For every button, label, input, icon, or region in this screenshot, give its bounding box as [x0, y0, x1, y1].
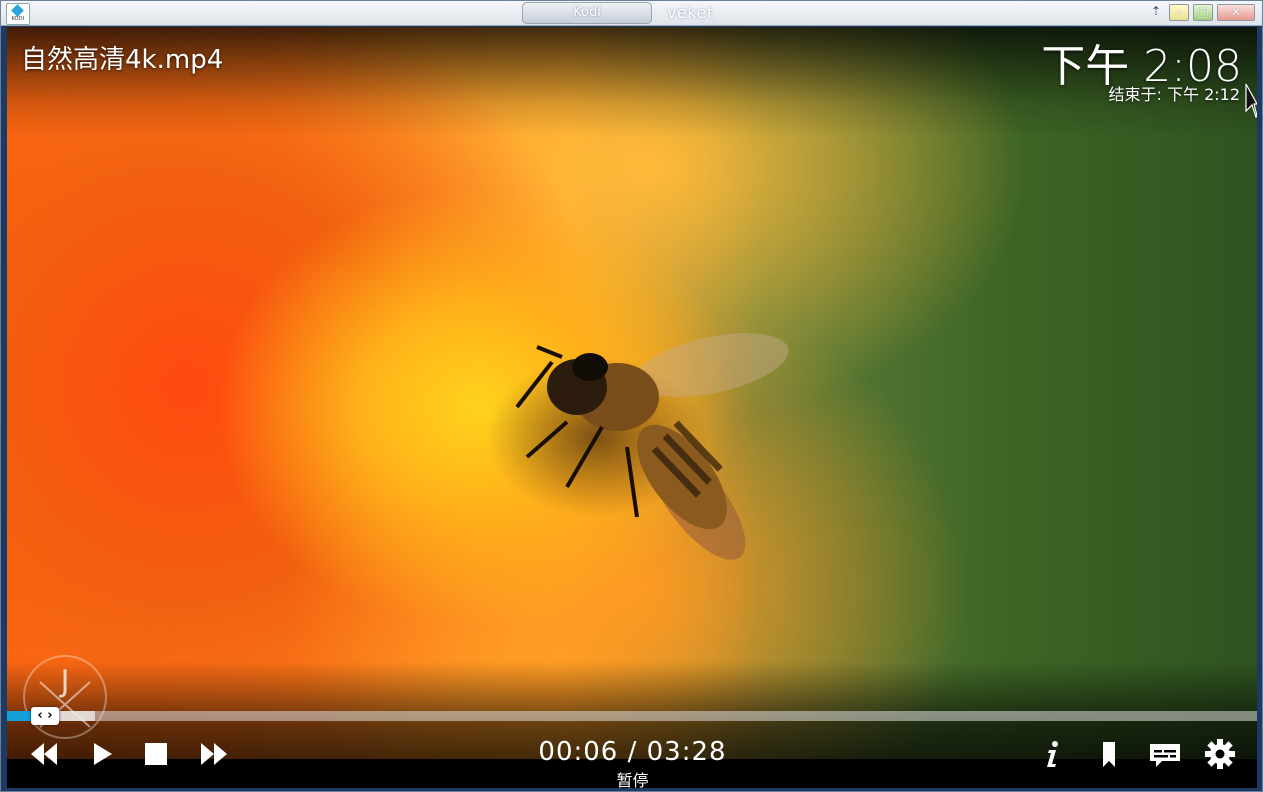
subtitles-icon	[1150, 744, 1180, 767]
info-button[interactable]	[1037, 739, 1069, 769]
settings-button[interactable]	[1204, 739, 1236, 769]
seek-handle[interactable]: ‹ ›	[31, 707, 59, 725]
now-playing-title: 自然高清4k.mp4	[21, 45, 224, 75]
playback-status: 暂停	[616, 771, 649, 790]
mouse-cursor-icon	[1245, 83, 1257, 119]
bookmark-icon	[1103, 742, 1115, 767]
shade-up-icon[interactable]: ⇡	[1151, 4, 1161, 18]
seek-bar-track[interactable]	[7, 711, 1257, 721]
maximize-button[interactable]: □	[1193, 4, 1213, 21]
subtitles-button[interactable]	[1148, 739, 1182, 769]
close-button[interactable]: ✕	[1217, 4, 1255, 21]
svg-text:J: J	[59, 664, 70, 699]
taskbar-tab-kodi[interactable]: Kodi	[522, 2, 652, 24]
time-position: 00:06 / 03:28	[538, 737, 727, 767]
window-title: veket	[667, 3, 714, 22]
app-window: KODI Kodi veket ⇡ – □ ✕ 自然高清4k.mp4 下午 2:…	[0, 0, 1263, 792]
kodi-app-icon[interactable]: KODI	[6, 3, 30, 25]
title-bar[interactable]: KODI Kodi veket ⇡ – □ ✕	[1, 1, 1262, 26]
minimize-button[interactable]: –	[1169, 4, 1189, 21]
gear-icon	[1205, 739, 1235, 769]
skin-logo-icon: J	[23, 655, 107, 739]
info-icon	[1047, 741, 1058, 767]
ends-at-time: 结束于: 下午 2:12	[1108, 85, 1241, 104]
bookmark-button[interactable]	[1093, 739, 1125, 769]
